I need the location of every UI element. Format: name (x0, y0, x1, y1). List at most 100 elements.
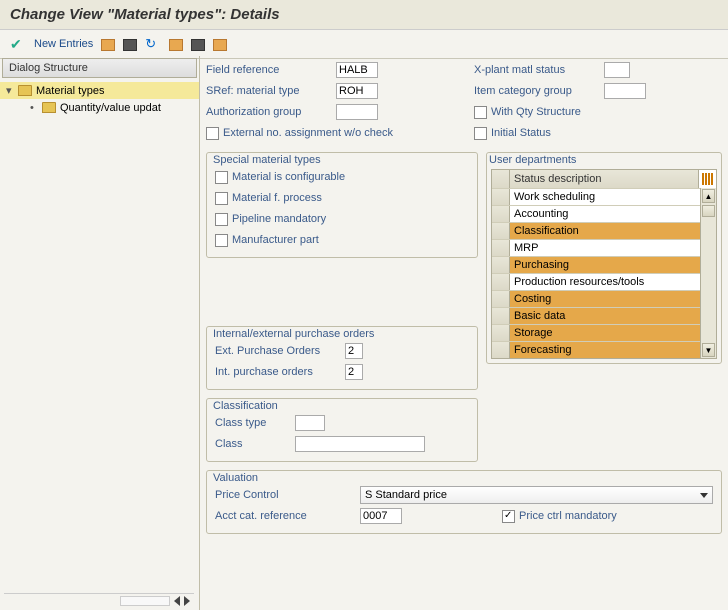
scroll-thumb[interactable] (702, 205, 715, 217)
initstat-checkbox[interactable] (474, 127, 487, 140)
withqty-checkbox[interactable] (474, 106, 487, 119)
chevron-down-icon (700, 493, 708, 498)
row-header[interactable] (492, 206, 510, 222)
status-desc-header[interactable]: Status description (510, 173, 698, 185)
group-title: Special material types (211, 154, 323, 166)
ext-no-checkbox[interactable] (206, 127, 219, 140)
scroll-track[interactable] (701, 218, 716, 342)
status-cell: MRP (510, 240, 700, 256)
nav-left-icon[interactable] (174, 596, 180, 606)
classification-group: Classification Class type Class (206, 398, 478, 462)
process-checkbox[interactable] (215, 192, 228, 205)
row-header[interactable] (492, 274, 510, 290)
status-cell: Classification (510, 223, 700, 239)
tree-nav (4, 593, 194, 605)
valuation-group: Valuation Price Control S Standard price… (206, 470, 722, 534)
tree-bullet-icon: • (30, 102, 42, 114)
row-header[interactable] (492, 223, 510, 239)
acct-cat-input[interactable] (360, 508, 402, 524)
config-icon (702, 173, 714, 185)
row-header[interactable] (492, 325, 510, 341)
configurable-label: Material is configurable (232, 171, 345, 183)
status-cell: Forecasting (510, 342, 700, 358)
xplant-label: X-plant matl status (474, 64, 604, 76)
status-cell: Work scheduling (510, 189, 700, 205)
group-title: Classification (211, 400, 280, 412)
status-cell: Basic data (510, 308, 700, 324)
export-icon[interactable] (213, 39, 227, 51)
price-control-value: S Standard price (365, 489, 447, 501)
nav-right-icon[interactable] (184, 596, 190, 606)
ext-no-label: External no. assignment w/o check (223, 127, 393, 139)
status-cell: Costing (510, 291, 700, 307)
field-ref-input[interactable] (336, 62, 378, 78)
table-row[interactable]: Costing (492, 290, 700, 307)
process-label: Material f. process (232, 192, 322, 204)
scroll-down-icon[interactable]: ▼ (702, 343, 715, 357)
purchase-orders-group: Internal/external purchase orders Ext. P… (206, 326, 478, 390)
check-icon[interactable] (10, 36, 26, 52)
table-row[interactable]: Production resources/tools (492, 273, 700, 290)
tree-item-material-types[interactable]: ▾ Material types (0, 82, 199, 99)
class-input[interactable] (295, 436, 425, 452)
int-po-label: Int. purchase orders (215, 366, 345, 378)
field-ref-label: Field reference (206, 64, 336, 76)
tree: ▾ Material types • Quantity/value updat (0, 80, 199, 118)
row-header[interactable] (492, 257, 510, 273)
undo-icon[interactable] (145, 36, 161, 52)
table-row[interactable]: MRP (492, 239, 700, 256)
auth-group-input[interactable] (336, 104, 378, 120)
save-icon[interactable] (123, 39, 137, 51)
table-row[interactable]: Storage (492, 324, 700, 341)
table-row[interactable]: Purchasing (492, 256, 700, 273)
select-icon[interactable] (169, 39, 183, 51)
table-row[interactable]: Basic data (492, 307, 700, 324)
manufacturer-checkbox[interactable] (215, 234, 228, 247)
group-title: Internal/external purchase orders (211, 328, 376, 340)
special-material-group: Special material types Material is confi… (206, 152, 478, 258)
price-control-select[interactable]: S Standard price (360, 486, 713, 504)
copy-icon[interactable] (101, 39, 115, 51)
group-title: User departments (487, 154, 578, 166)
status-cell: Storage (510, 325, 700, 341)
xplant-input[interactable] (604, 62, 630, 78)
scroll-up-icon[interactable]: ▲ (702, 189, 715, 203)
class-type-input[interactable] (295, 415, 325, 431)
row-header[interactable] (492, 189, 510, 205)
tree-title: Dialog Structure (2, 58, 197, 78)
nav-indicator (120, 596, 170, 606)
table-corner[interactable] (492, 170, 510, 188)
print-icon[interactable] (191, 39, 205, 51)
table-config-button[interactable] (698, 170, 716, 188)
tree-collapse-icon[interactable]: ▾ (6, 84, 18, 97)
details-panel: Field reference SRef: material type Auth… (200, 56, 728, 610)
tree-label: Material types (36, 85, 104, 97)
withqty-label: With Qty Structure (491, 106, 581, 118)
row-header[interactable] (492, 240, 510, 256)
pipeline-checkbox[interactable] (215, 213, 228, 226)
page-title: Change View "Material types": Details (0, 0, 728, 30)
folder-icon (42, 102, 56, 113)
row-header[interactable] (492, 342, 510, 358)
table-row[interactable]: Accounting (492, 205, 700, 222)
new-entries-button[interactable]: New Entries (34, 38, 93, 50)
sref-input[interactable] (336, 83, 378, 99)
tree-label: Quantity/value updat (60, 102, 161, 114)
initstat-label: Initial Status (491, 127, 551, 139)
pipeline-label: Pipeline mandatory (232, 213, 326, 225)
itemcat-input[interactable] (604, 83, 646, 99)
table-row[interactable]: Forecasting (492, 341, 700, 358)
ext-po-input[interactable] (345, 343, 363, 359)
dialog-structure-panel: Dialog Structure ▾ Material types • Quan… (0, 56, 200, 610)
table-row[interactable]: Work scheduling (492, 188, 700, 205)
configurable-checkbox[interactable] (215, 171, 228, 184)
table-row[interactable]: Classification (492, 222, 700, 239)
row-header[interactable] (492, 308, 510, 324)
group-title: Valuation (211, 472, 260, 484)
status-cell: Accounting (510, 206, 700, 222)
int-po-input[interactable] (345, 364, 363, 380)
tree-item-quantity-value[interactable]: • Quantity/value updat (0, 99, 199, 116)
scrollbar[interactable]: ▲ ▼ (700, 188, 716, 358)
price-mandatory-checkbox[interactable] (502, 510, 515, 523)
row-header[interactable] (492, 291, 510, 307)
